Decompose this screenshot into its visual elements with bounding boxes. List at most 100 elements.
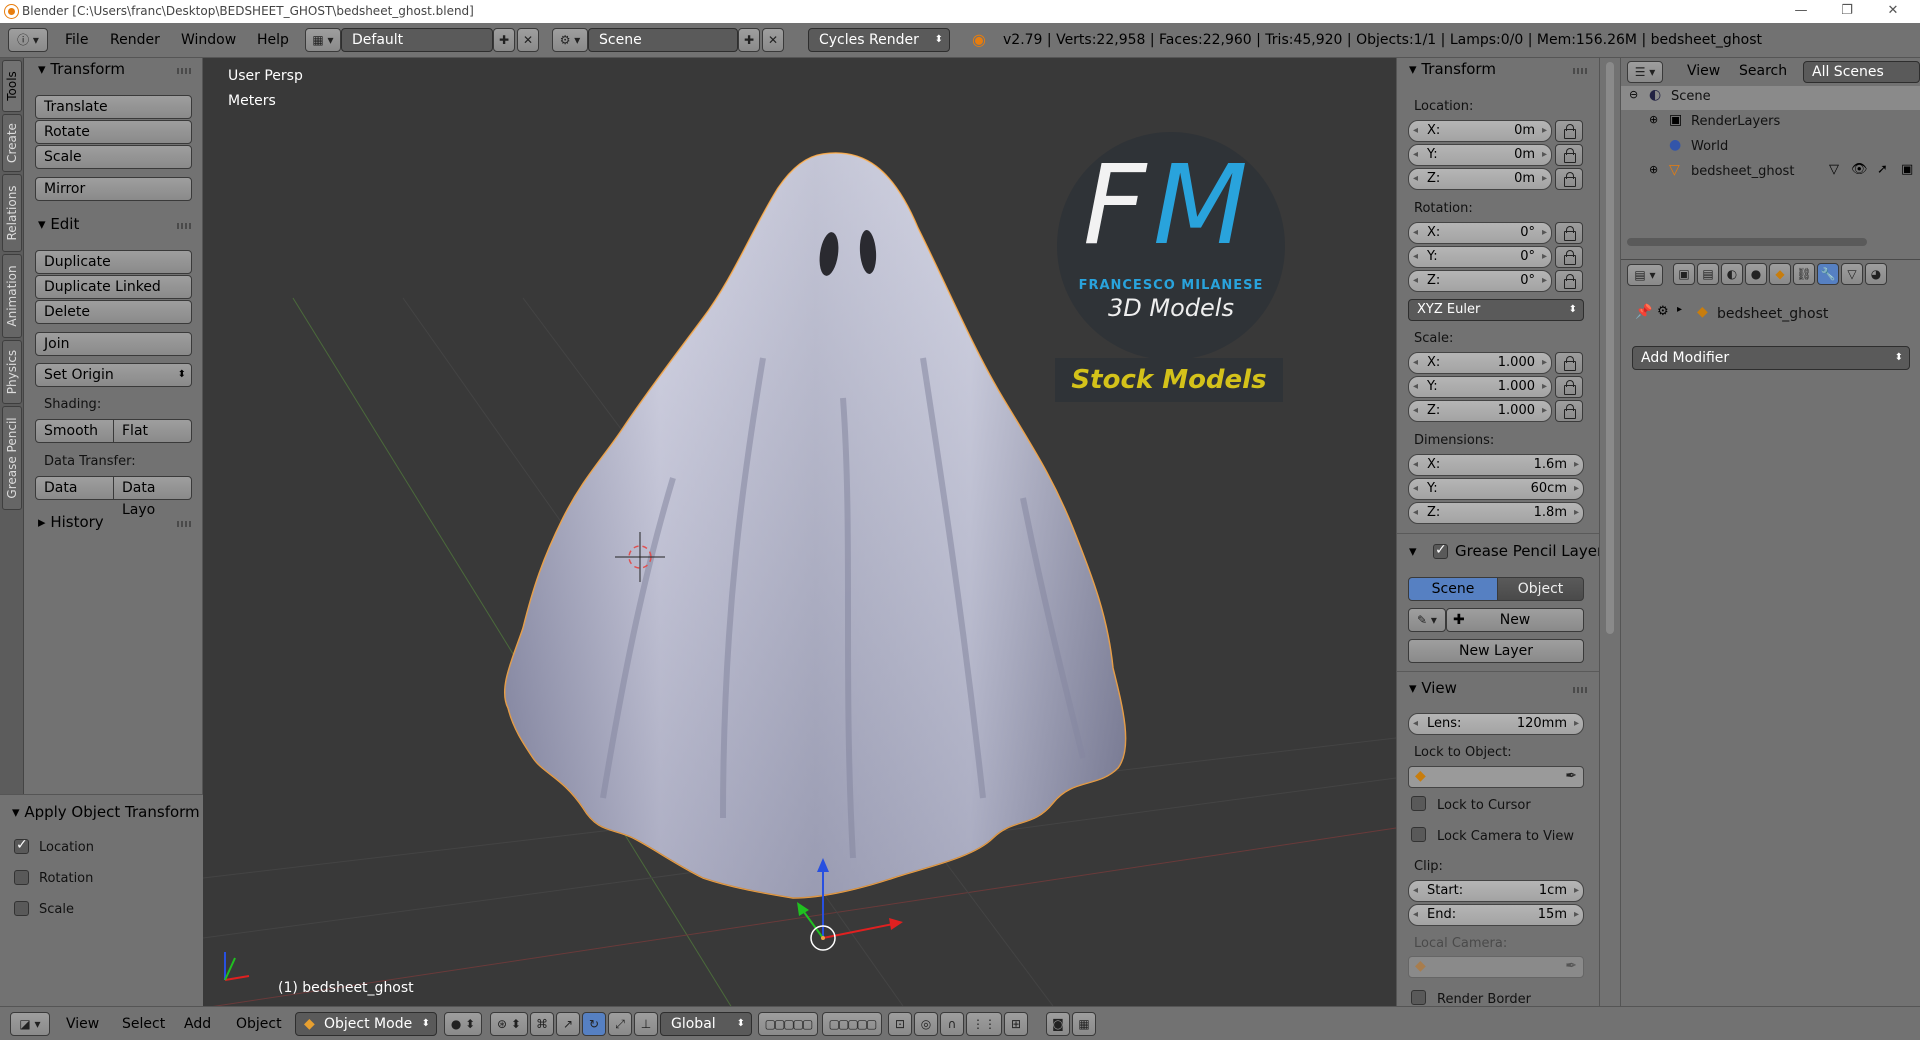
outliner-hscroll[interactable] bbox=[1627, 238, 1867, 246]
outliner-menu-view[interactable]: View bbox=[1687, 63, 1720, 79]
scrollbar-thumb[interactable] bbox=[1606, 62, 1614, 634]
data-tab-icon[interactable]: ▽ bbox=[1841, 263, 1863, 285]
mode-select[interactable]: ◆ Object Mode ⬍ bbox=[295, 1012, 437, 1036]
lock-location-x-icon[interactable] bbox=[1555, 120, 1583, 142]
snap-toggle-button[interactable]: ∩ bbox=[940, 1012, 964, 1036]
menu-view[interactable]: View bbox=[66, 1016, 99, 1032]
outliner-editor-type-button[interactable]: ☰ ▾ bbox=[1627, 61, 1663, 83]
operator-header[interactable]: ▾ Apply Object Transform bbox=[12, 803, 200, 821]
grease-pencil-datablock-button[interactable]: ✎ ▾ bbox=[1408, 608, 1446, 632]
menu-file[interactable]: File bbox=[65, 32, 88, 48]
manipulator-extra-button[interactable]: ⊥ bbox=[634, 1012, 658, 1036]
location-x-field[interactable]: X: 0m bbox=[1408, 120, 1552, 142]
rotation-mode-select[interactable]: XYZ Euler ⬍ bbox=[1408, 299, 1584, 321]
world-tab-icon[interactable]: ● bbox=[1745, 263, 1767, 285]
dimensions-x-field[interactable]: X: 1.6m bbox=[1408, 454, 1584, 476]
lock-rotation-y-icon[interactable] bbox=[1555, 246, 1583, 268]
tab-create[interactable]: Create bbox=[2, 114, 22, 172]
tab-tools[interactable]: Tools bbox=[2, 60, 22, 112]
panel-transform-header[interactable]: ▾ Transform bbox=[38, 60, 125, 78]
panel-view-header[interactable]: ▾ View bbox=[1409, 679, 1457, 697]
proportional-edit-button[interactable]: ◎ bbox=[914, 1012, 938, 1036]
maximize-button[interactable]: ❐ bbox=[1824, 0, 1870, 23]
properties-editor-type-button[interactable]: ▤ ▾ bbox=[1627, 264, 1663, 286]
expand-icon[interactable]: ⊕ bbox=[1649, 163, 1658, 176]
render-layers-tab-icon[interactable]: ▤ bbox=[1697, 263, 1719, 285]
scale-checkbox[interactable] bbox=[14, 901, 29, 916]
menu-add[interactable]: Add bbox=[184, 1016, 211, 1032]
editor-type-info-button[interactable]: ⓘ ▾ bbox=[8, 28, 48, 52]
panel-n-transform-header[interactable]: ▾ Transform bbox=[1409, 60, 1496, 78]
lock-rotation-x-icon[interactable] bbox=[1555, 222, 1583, 244]
material-tab-icon[interactable]: ◕ bbox=[1865, 263, 1887, 285]
panel-grip-icon[interactable] bbox=[177, 223, 191, 229]
editor-type-3dview-button[interactable]: ◪ ▾ bbox=[10, 1012, 50, 1036]
lock-scale-y-icon[interactable] bbox=[1555, 376, 1583, 398]
delete-screen-button[interactable]: ✕ bbox=[517, 28, 539, 52]
lock-location-y-icon[interactable] bbox=[1555, 144, 1583, 166]
add-scene-button[interactable]: ✚ bbox=[738, 28, 760, 52]
menu-select[interactable]: Select bbox=[122, 1016, 165, 1032]
pin-icon[interactable]: 📌 bbox=[1635, 304, 1652, 320]
data-transfer-layout-button[interactable]: Data Layo bbox=[113, 476, 192, 518]
location-checkbox[interactable] bbox=[14, 837, 29, 854]
tab-physics[interactable]: Physics bbox=[2, 340, 22, 404]
outliner-item-world[interactable]: World bbox=[1691, 139, 1728, 154]
dimensions-z-field[interactable]: Z: 1.8m bbox=[1408, 502, 1584, 524]
translate-manipulator-button[interactable]: ↗ bbox=[556, 1012, 580, 1036]
scene-tab-icon[interactable]: ◐ bbox=[1721, 263, 1743, 285]
new-layer-button[interactable]: New Layer bbox=[1408, 639, 1584, 663]
lock-location-z-icon[interactable] bbox=[1555, 168, 1583, 190]
scale-y-field[interactable]: Y: 1.000 bbox=[1408, 376, 1552, 398]
local-camera-field[interactable]: ◆ ✒ bbox=[1408, 956, 1584, 978]
grease-new-button[interactable]: ✚ New bbox=[1446, 608, 1584, 632]
menu-window[interactable]: Window bbox=[181, 32, 236, 48]
collapse-icon[interactable]: ⊖ bbox=[1629, 88, 1638, 101]
lock-scale-x-icon[interactable] bbox=[1555, 352, 1583, 374]
camera-render-icon[interactable]: ▣ bbox=[1901, 162, 1913, 177]
opengl-render-button[interactable]: ◙ bbox=[1046, 1012, 1070, 1036]
mirror-button[interactable]: Mirror bbox=[35, 177, 192, 201]
add-screen-button[interactable]: ✚ bbox=[493, 28, 515, 52]
transform-orientation-select[interactable]: Global ⬍ bbox=[660, 1012, 752, 1036]
panel-grip-icon[interactable] bbox=[1573, 687, 1587, 693]
grease-object-button[interactable]: Object bbox=[1497, 577, 1584, 601]
tab-relations[interactable]: Relations bbox=[2, 174, 22, 252]
clip-end-field[interactable]: End: 15m bbox=[1408, 904, 1584, 926]
duplicate-button[interactable]: Duplicate bbox=[35, 250, 192, 274]
delete-scene-button[interactable]: ✕ bbox=[762, 28, 784, 52]
snap-target-button[interactable]: ⊞ bbox=[1004, 1012, 1028, 1036]
pivot-point-button[interactable]: ⊛ ⬍ bbox=[490, 1012, 528, 1036]
scale-manipulator-button[interactable]: ⤢ bbox=[608, 1012, 632, 1036]
rotation-checkbox[interactable] bbox=[14, 870, 29, 885]
lock-to-cursor-checkbox[interactable] bbox=[1411, 796, 1426, 811]
shade-smooth-button[interactable]: Smooth bbox=[35, 419, 114, 443]
expand-icon[interactable]: ⊕ bbox=[1649, 113, 1658, 126]
object-tab-icon[interactable]: ◆ bbox=[1769, 263, 1791, 285]
eye-icon[interactable]: 👁 bbox=[1851, 162, 1868, 177]
outliner-menu-search[interactable]: Search bbox=[1739, 63, 1787, 79]
snap-element-button[interactable]: ⋮⋮ ⬍ bbox=[966, 1012, 1002, 1040]
layers-row-1[interactable]: ▢▢▢▢▢ bbox=[758, 1012, 818, 1036]
duplicate-linked-button[interactable]: Duplicate Linked bbox=[35, 275, 192, 299]
panel-grease-pencil-header[interactable]: ▾ bbox=[1409, 542, 1417, 560]
scene-select-button[interactable]: ⚙ ▾ bbox=[552, 28, 588, 52]
lock-camera-checkbox[interactable] bbox=[1411, 827, 1426, 842]
layers-row-2[interactable]: ▢▢▢▢▢ bbox=[822, 1012, 882, 1036]
join-button[interactable]: Join bbox=[35, 332, 192, 356]
grease-scene-button[interactable]: Scene bbox=[1408, 577, 1498, 601]
outliner-item-scene[interactable]: Scene bbox=[1671, 89, 1711, 104]
clip-start-field[interactable]: Start: 1cm bbox=[1408, 880, 1584, 902]
scale-z-field[interactable]: Z: 1.000 bbox=[1408, 400, 1552, 422]
rotation-z-field[interactable]: Z: 0° bbox=[1408, 270, 1552, 292]
rotation-x-field[interactable]: X: 0° bbox=[1408, 222, 1552, 244]
minimize-button[interactable]: — bbox=[1778, 0, 1824, 23]
panel-grip-icon[interactable] bbox=[1573, 68, 1587, 74]
menu-object[interactable]: Object bbox=[236, 1016, 282, 1032]
render-border-checkbox[interactable] bbox=[1411, 990, 1426, 1005]
constraints-tab-icon[interactable]: ⛓ bbox=[1793, 263, 1815, 285]
dimensions-y-field[interactable]: Y: 60cm bbox=[1408, 478, 1584, 500]
outliner-item-bedsheet-ghost[interactable]: bedsheet_ghost bbox=[1691, 164, 1794, 179]
set-origin-select[interactable]: Set Origin ⬍ bbox=[35, 363, 192, 387]
panel-edit-header[interactable]: ▾ Edit bbox=[38, 215, 79, 233]
